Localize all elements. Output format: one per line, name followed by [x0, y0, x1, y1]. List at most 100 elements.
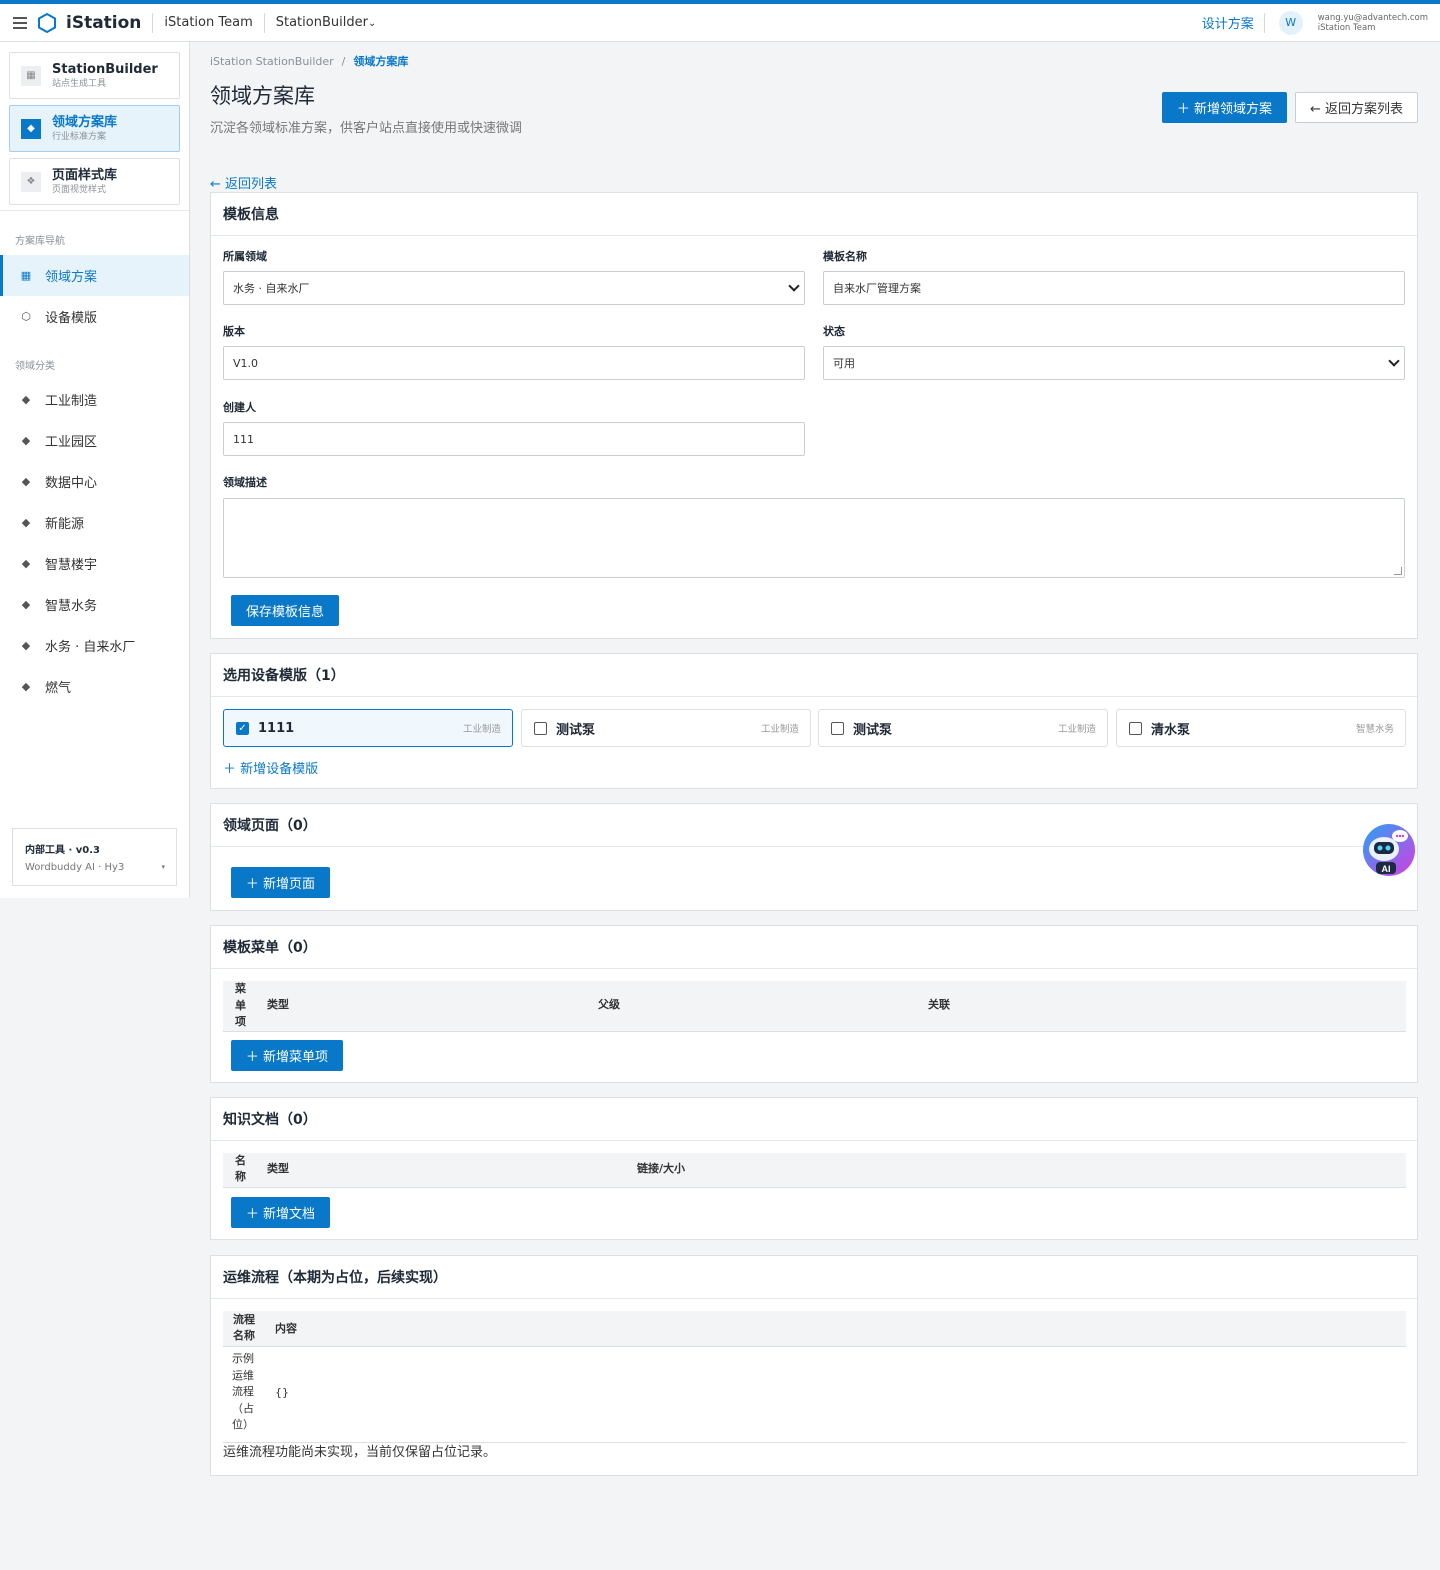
app-card-title: StationBuilder [52, 61, 158, 77]
add-page-button[interactable]: ＋ 新增页面 [231, 867, 330, 898]
nav-item-domain-plans[interactable]: ▦ 领域方案 [0, 255, 189, 296]
diamond-icon: ◆ [21, 680, 31, 693]
add-menu-item-button[interactable]: ＋ 新增菜单项 [231, 1040, 343, 1071]
add-domain-plan-button[interactable]: ＋ 新增领域方案 [1162, 92, 1287, 123]
category-label: 智慧水务 [45, 599, 98, 614]
logo-hexagon-icon [38, 12, 56, 33]
category-item[interactable]: ◆ 智慧楼宇 [0, 543, 189, 584]
device-tag: 工业制造 [462, 724, 501, 735]
panel-title: 模板菜单（0） [211, 926, 1417, 969]
ai-label: AI [1382, 864, 1391, 874]
chevron-down-icon [788, 280, 800, 292]
device-card[interactable]: ✓ 1111 工业制造 [223, 709, 513, 747]
design-plan-link[interactable]: 设计方案 [1202, 13, 1254, 32]
top-bar: iStation iStation Team StationBuilder⌄ 设… [0, 0, 1440, 42]
checkbox-checked-icon[interactable]: ✓ [236, 721, 249, 735]
app-card-domain-library[interactable]: ◆ 领域方案库 行业标准方案 [9, 105, 180, 152]
column-header: 父级 [598, 998, 620, 1011]
app-card-stationbuilder[interactable]: ▦ StationBuilder 站点生成工具 [9, 52, 180, 99]
hexagon-icon: ⬡ [21, 310, 31, 323]
creator-input[interactable]: 111 [223, 422, 805, 456]
back-to-list-link[interactable]: ← 返回列表 [210, 173, 277, 192]
tool-title: 内部工具 · v0.3 [25, 845, 100, 856]
checkbox-icon[interactable] [1129, 721, 1142, 735]
checkbox-icon[interactable] [831, 721, 844, 735]
column-header: 流程名称 [233, 1313, 255, 1342]
tool-version-card[interactable]: 内部工具 · v0.3 Wordbuddy AI · Hy3 ▾ [12, 828, 177, 886]
breadcrumb-root[interactable]: iStation StationBuilder [210, 55, 334, 68]
nav-item-label: 领域方案 [45, 270, 98, 285]
back-to-plan-list-button[interactable]: ← 返回方案列表 [1295, 92, 1418, 123]
diamond-icon: ◆ [21, 516, 31, 529]
ops-flow-note: 运维流程功能尚未实现，当前仅保留占位记录。 [223, 1445, 497, 1460]
domain-select[interactable]: 水务 · 自来水厂 [223, 271, 805, 305]
category-label: 水务 · 自来水厂 [45, 640, 136, 655]
nav-item-device-templates[interactable]: ⬡ 设备模版 [0, 296, 189, 337]
version-input[interactable]: V1.0 [223, 346, 805, 380]
category-label: 数据中心 [45, 476, 98, 491]
category-item[interactable]: ◆ 智慧水务 [0, 584, 189, 625]
diamond-icon: ◆ [21, 598, 31, 611]
status-select[interactable]: 可用 [823, 346, 1405, 380]
category-item[interactable]: ◆ 水务 · 自来水厂 [0, 625, 189, 666]
breadcrumb-current: 领域方案库 [353, 55, 409, 68]
diamond-icon: ◆ [21, 118, 41, 139]
ai-assistant-robot-icon[interactable]: AI [1362, 823, 1416, 877]
grid-icon: ▦ [20, 269, 32, 282]
page-subtitle: 沉淀各领域标准方案，供客户站点直接使用或快速微调 [210, 121, 523, 136]
domain-select-value: 水务 · 自来水厂 [233, 282, 310, 295]
column-header: 类型 [267, 998, 289, 1011]
brand-name[interactable]: iStation [66, 13, 141, 33]
device-name: 测试泵 [853, 722, 893, 738]
user-info[interactable]: wang.yu@advantech.com iStation Team [1318, 13, 1428, 33]
diamond-icon: ◆ [21, 639, 31, 652]
category-item[interactable]: ◆ 燃气 [0, 666, 189, 707]
description-textarea[interactable] [223, 498, 1405, 578]
column-header: 名称 [235, 1154, 246, 1183]
panel-title: 运维流程（本期为占位，后续实现） [211, 1256, 1417, 1299]
category-item[interactable]: ◆ 工业制造 [0, 379, 189, 420]
divider [1263, 12, 1265, 33]
field-label: 状态 [823, 325, 845, 338]
device-tag: 工业制造 [1057, 724, 1096, 735]
breadcrumb: iStation StationBuilder / 领域方案库 [210, 53, 408, 69]
menu-icon[interactable] [13, 16, 27, 29]
column-header: 类型 [267, 1162, 289, 1175]
field-label: 所属领域 [223, 250, 267, 263]
diamond-icon: ◆ [21, 393, 31, 406]
category-label: 智慧楼宇 [45, 558, 98, 573]
add-document-button[interactable]: ＋ 新增文档 [231, 1197, 330, 1228]
table-header: 名称 类型 链接/大小 [223, 1153, 1406, 1188]
knowledge-docs-panel: 知识文档（0） 名称 类型 链接/大小 ＋ 新增文档 [210, 1097, 1418, 1240]
panel-title: 领域页面（0） [211, 804, 1417, 847]
app-switcher[interactable]: StationBuilder⌄ [276, 15, 377, 30]
field-label: 领域描述 [223, 476, 267, 489]
divider [0, 210, 189, 211]
save-template-button[interactable]: 保存模板信息 [231, 595, 339, 626]
version-value: V1.0 [233, 356, 259, 370]
field-label: 创建人 [223, 401, 256, 414]
category-item[interactable]: ◆ 数据中心 [0, 461, 189, 502]
device-card[interactable]: 测试泵 工业制造 [818, 709, 1108, 747]
avatar[interactable]: W [1278, 10, 1303, 35]
device-name: 1111 [258, 720, 295, 736]
device-card[interactable]: 清水泵 智慧水务 [1116, 709, 1406, 747]
column-header: 链接/大小 [637, 1162, 686, 1175]
user-team: iStation Team [1317, 22, 1376, 33]
creator-value: 111 [233, 432, 254, 446]
field-label: 版本 [223, 325, 245, 338]
category-item[interactable]: ◆ 新能源 [0, 502, 189, 543]
resize-handle-icon[interactable] [1394, 567, 1402, 575]
style-icon: ❖ [21, 171, 41, 192]
checkbox-icon[interactable] [534, 721, 547, 735]
category-item[interactable]: ◆ 工业园区 [0, 420, 189, 461]
app-switcher-label: StationBuilder [275, 15, 368, 30]
template-menu-panel: 模板菜单（0） 菜单项 类型 父级 关联 ＋ 新增菜单项 [210, 925, 1418, 1083]
app-card-page-style-library[interactable]: ❖ 页面样式库 页面视觉样式 [9, 158, 180, 205]
team-name: iStation Team [164, 15, 253, 30]
page-title: 领域方案库 [210, 84, 315, 108]
device-card[interactable]: 测试泵 工业制造 [521, 709, 811, 747]
ops-flow-content: {} [275, 1386, 289, 1399]
add-device-template-link[interactable]: ＋ 新增设备模版 [223, 758, 318, 777]
template-name-input[interactable]: 自来水厂管理方案 [823, 271, 1405, 305]
